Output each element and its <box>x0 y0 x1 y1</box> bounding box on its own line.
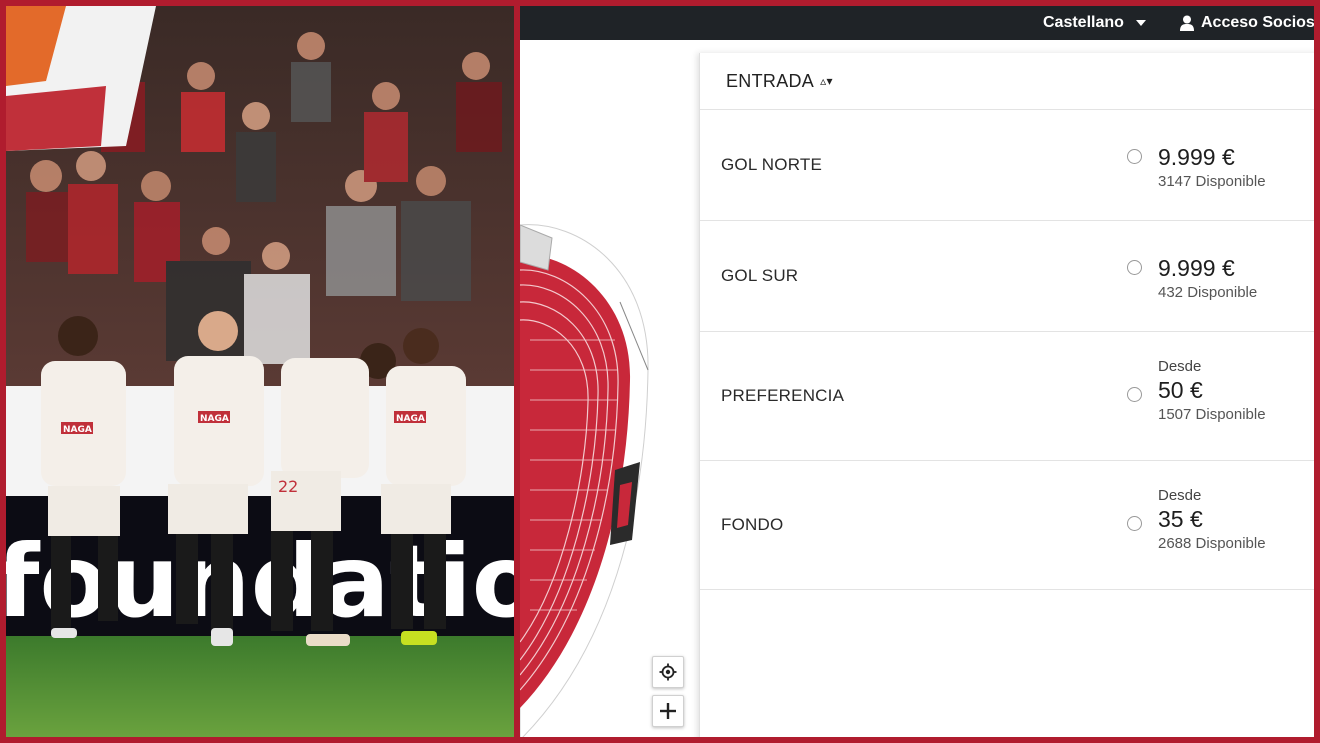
ticket-zone-name: PREFERENCIA <box>721 386 845 405</box>
players-celebration-image: foundation 22 <box>6 6 514 737</box>
price-block: 9.999 € 3147 Disponible <box>1158 144 1266 190</box>
zone-availability: 1507 Disponible <box>1158 406 1266 423</box>
stadium-map[interactable] <box>520 40 700 737</box>
locate-button[interactable] <box>652 656 684 688</box>
zone-radio[interactable] <box>1127 260 1142 275</box>
zone-price: 9.999 € <box>1158 255 1235 281</box>
ticket-row-gol-norte[interactable]: GOL NORTE 9.999 € 3147 Disponible <box>700 110 1314 221</box>
ticket-panel: ENTRADA ▵▾ GOL NORTE 9.999 € 3147 Dispon… <box>699 53 1314 737</box>
ticket-panel-header: ENTRADA ▵▾ <box>700 53 1314 110</box>
sponsor-logo: NAGA <box>200 414 229 424</box>
plus-icon <box>660 703 676 719</box>
sponsor-logo: NAGA <box>396 414 425 424</box>
stadium-photo: foundation 22 <box>6 6 514 737</box>
ticket-zone-name: GOL SUR <box>721 266 799 285</box>
user-icon <box>1180 15 1194 31</box>
locate-icon <box>659 663 677 681</box>
ticket-row-gol-sur[interactable]: GOL SUR 9.999 € 432 Disponible <box>700 221 1314 332</box>
member-access-link[interactable]: Acceso Socios <box>1180 6 1314 40</box>
price-block: Desde 50 € 1507 Disponible <box>1158 358 1266 423</box>
sort-toggle-icon[interactable]: ▵▾ <box>820 74 833 88</box>
entrada-heading: ENTRADA <box>726 70 815 91</box>
player-number: 22 <box>278 477 298 496</box>
top-navigation-bar: Castellano Acceso Socios <box>520 6 1314 40</box>
sponsor-logo: NAGA <box>63 425 92 435</box>
zone-availability: 432 Disponible <box>1158 284 1258 301</box>
language-label: Castellano <box>1043 14 1124 31</box>
ticket-zone-name: FONDO <box>721 515 784 534</box>
language-selector[interactable]: Castellano <box>1043 6 1146 40</box>
price-block: 9.999 € 432 Disponible <box>1158 255 1257 301</box>
caret-down-icon <box>1135 20 1146 26</box>
zone-availability: 3147 Disponible <box>1158 173 1266 190</box>
price-from-label: Desde <box>1158 487 1202 504</box>
ticket-app: Castellano Acceso Socios ENTRADA ▵▾ GOL … <box>520 6 1314 737</box>
zone-availability: 2688 Disponible <box>1158 535 1266 552</box>
zone-radio[interactable] <box>1127 516 1142 531</box>
price-block: Desde 35 € 2688 Disponible <box>1158 487 1266 552</box>
zone-radio[interactable] <box>1127 149 1142 164</box>
ticket-row-preferencia[interactable]: PREFERENCIA Desde 50 € 1507 Disponible <box>700 332 1314 461</box>
price-from-label: Desde <box>1158 358 1202 375</box>
zone-price: 50 € <box>1158 377 1203 403</box>
zone-price: 9.999 € <box>1158 144 1235 170</box>
zone-price: 35 € <box>1158 506 1203 532</box>
zone-radio[interactable] <box>1127 387 1142 402</box>
member-access-label: Acceso Socios <box>1201 14 1314 31</box>
ticket-row-fondo[interactable]: FONDO Desde 35 € 2688 Disponible <box>700 461 1314 590</box>
ticket-zone-name: GOL NORTE <box>721 155 822 174</box>
zoom-in-button[interactable] <box>652 695 684 727</box>
stadium-seating-map[interactable] <box>520 40 700 737</box>
